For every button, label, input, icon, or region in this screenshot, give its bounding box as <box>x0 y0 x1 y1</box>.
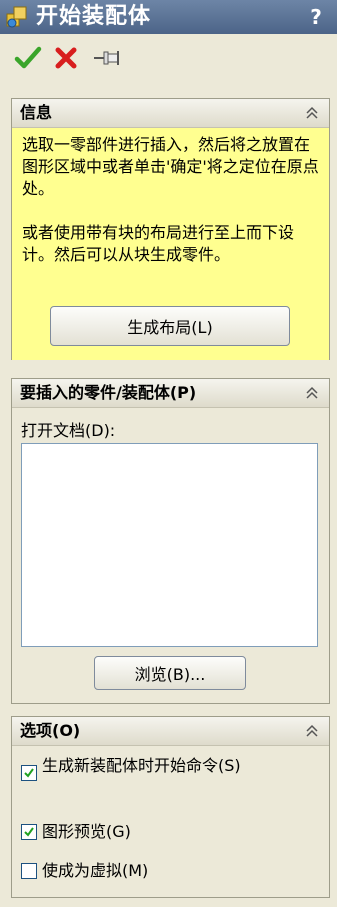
help-icon[interactable]: ? <box>305 5 327 29</box>
info-panel: 信息 选取一零部件进行插入，然后将之放置在图形区域中或者单击'确定'将之定位在原… <box>11 98 330 360</box>
assembly-icon <box>4 4 30 30</box>
options-panel-title: 选项(O) <box>20 721 81 740</box>
info-message-area: 选取一零部件进行插入，然后将之放置在图形区域中或者单击'确定'将之定位在原点处。… <box>12 128 329 360</box>
start-command-label: 生成新装配体时开始命令(S) <box>42 756 241 775</box>
insert-panel-title: 要插入的零件/装配体(P) <box>20 383 197 402</box>
make-virtual-checkbox[interactable] <box>21 863 37 879</box>
options-panel: 选项(O) 生成新装配体时开始命令(S) 图形预览(G) 使成为虚拟(M) <box>11 716 330 898</box>
make-virtual-label: 使成为虚拟(M) <box>42 861 149 880</box>
create-layout-button[interactable]: 生成布局(L) <box>50 306 290 346</box>
collapse-icon[interactable] <box>303 379 321 407</box>
graphics-preview-checkbox[interactable] <box>21 824 37 840</box>
window-title: 开始装配体 <box>36 4 152 29</box>
options-panel-header[interactable]: 选项(O) <box>12 717 329 746</box>
checkmark-icon <box>14 46 42 69</box>
collapse-icon[interactable] <box>303 717 321 745</box>
cancel-button[interactable] <box>52 44 80 72</box>
action-toolbar <box>0 34 337 84</box>
info-panel-title: 信息 <box>20 103 53 122</box>
info-text-layout: 或者使用带有块的布局进行至上而下设计。然后可以从块生成零件。 <box>22 223 295 264</box>
pushpin-icon <box>94 51 119 65</box>
start-command-checkbox[interactable] <box>21 765 37 781</box>
pin-button[interactable] <box>92 44 120 72</box>
browse-button[interactable]: 浏览(B)... <box>94 656 246 690</box>
check-icon <box>24 827 34 837</box>
title-bar: 开始装配体 ? <box>0 0 337 34</box>
x-icon <box>55 47 77 69</box>
info-panel-header[interactable]: 信息 <box>12 99 329 128</box>
check-icon <box>24 768 34 778</box>
open-documents-list[interactable] <box>21 443 318 647</box>
insert-panel: 要插入的零件/装配体(P) 打开文档(D): 浏览(B)... <box>11 378 330 704</box>
collapse-icon[interactable] <box>303 99 321 127</box>
graphics-preview-label: 图形预览(G) <box>42 822 131 841</box>
ok-button[interactable] <box>14 44 42 72</box>
open-documents-label: 打开文档(D): <box>21 421 116 440</box>
info-text-insert: 选取一零部件进行插入，然后将之放置在图形区域中或者单击'确定'将之定位在原点处。 <box>22 135 319 198</box>
insert-panel-header[interactable]: 要插入的零件/装配体(P) <box>12 379 329 408</box>
